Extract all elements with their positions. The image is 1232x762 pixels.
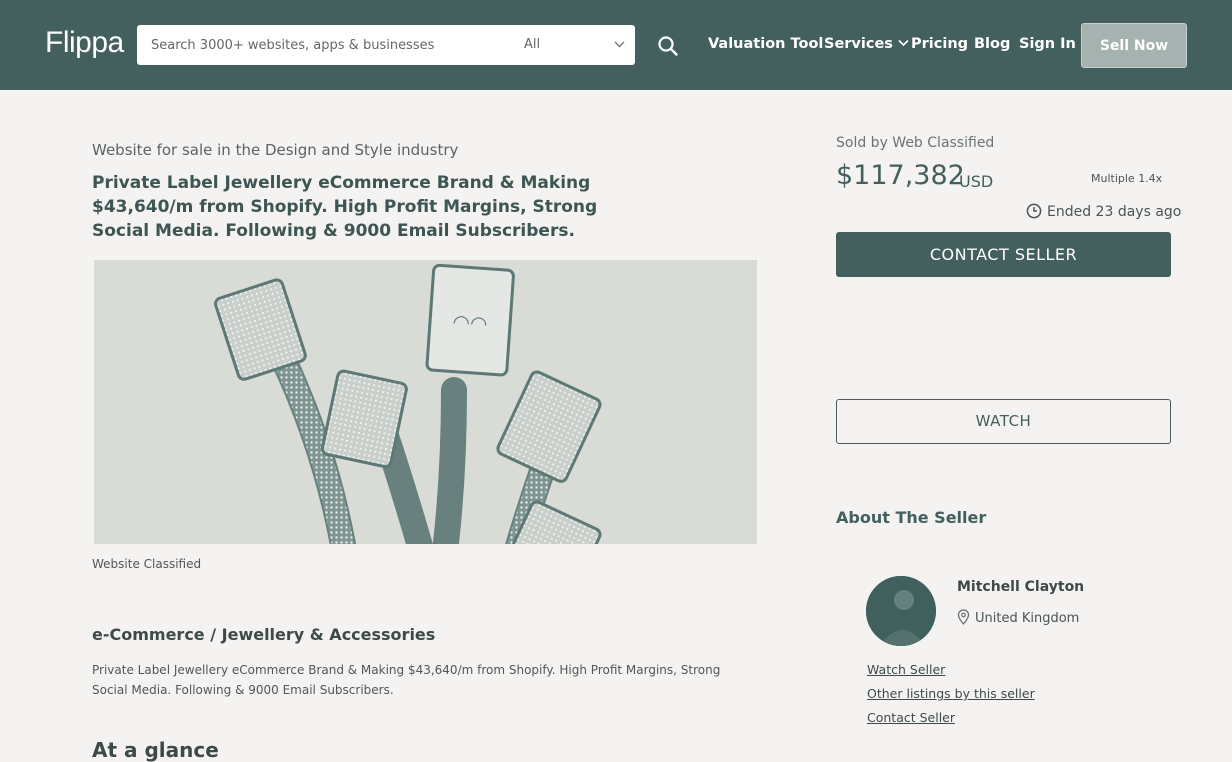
flippa-logo[interactable]: Flippa	[45, 26, 124, 60]
nav-blog[interactable]: Blog	[974, 36, 1010, 52]
listing-ended-status: Ended 23 days ago	[1026, 203, 1181, 220]
clock-icon	[1026, 203, 1042, 219]
listing-hero-image[interactable]: ◠◠	[94, 260, 757, 544]
location-pin-icon	[957, 609, 970, 625]
listing-title: Private Label Jewellery eCommerce Brand …	[92, 173, 598, 241]
chevron-down-icon	[614, 25, 625, 82]
svg-text:◠◠: ◠◠	[452, 309, 488, 335]
sold-by-text: Sold by Web Classified	[836, 135, 995, 151]
listing-niche: e-Commerce / Jewellery & Accessories	[92, 625, 436, 644]
contact-seller-button[interactable]: CONTACT SELLER	[836, 232, 1171, 277]
image-caption: Website Classified	[92, 557, 202, 571]
avatar[interactable]	[866, 576, 936, 646]
search-icon[interactable]	[657, 35, 679, 57]
price-currency: USD	[959, 172, 994, 191]
sell-now-button[interactable]: Sell Now	[1081, 23, 1187, 68]
ended-text: Ended 23 days ago	[1047, 204, 1182, 220]
contact-seller-link[interactable]: Contact Seller	[867, 710, 955, 725]
search-category-select[interactable]: All	[524, 25, 635, 65]
nav-services[interactable]: Services	[824, 36, 909, 52]
nav-services-label: Services	[824, 36, 893, 52]
seller-location-text: United Kingdom	[975, 611, 1080, 626]
price-multiple: Multiple 1.4x	[1091, 172, 1163, 185]
search-category-value: All	[524, 37, 541, 52]
section-heading-at-a-glance: At a glance	[92, 738, 219, 762]
search-box: All	[137, 25, 635, 65]
top-nav-bar: Flippa All Valuation Tool Services Prici…	[0, 0, 1232, 90]
seller-location: United Kingdom	[957, 609, 1079, 626]
seller-name[interactable]: Mitchell Clayton	[957, 579, 1084, 595]
listing-summary: Private Label Jewellery eCommerce Brand …	[92, 663, 721, 697]
other-listings-link[interactable]: Other listings by this seller	[867, 686, 1035, 701]
watch-seller-link[interactable]: Watch Seller	[867, 662, 945, 677]
watch-button[interactable]: WATCH	[836, 399, 1171, 444]
sale-price: $117,382	[836, 160, 965, 191]
nav-sign-in[interactable]: Sign In	[1019, 36, 1076, 52]
nav-valuation-tool[interactable]: Valuation Tool	[708, 36, 823, 52]
about-seller-heading: About The Seller	[836, 508, 987, 527]
nav-pricing[interactable]: Pricing	[911, 36, 968, 52]
listing-category-line: Website for sale in the Design and Style…	[92, 141, 459, 159]
search-input[interactable]	[137, 25, 507, 65]
chevron-down-icon	[898, 36, 909, 52]
